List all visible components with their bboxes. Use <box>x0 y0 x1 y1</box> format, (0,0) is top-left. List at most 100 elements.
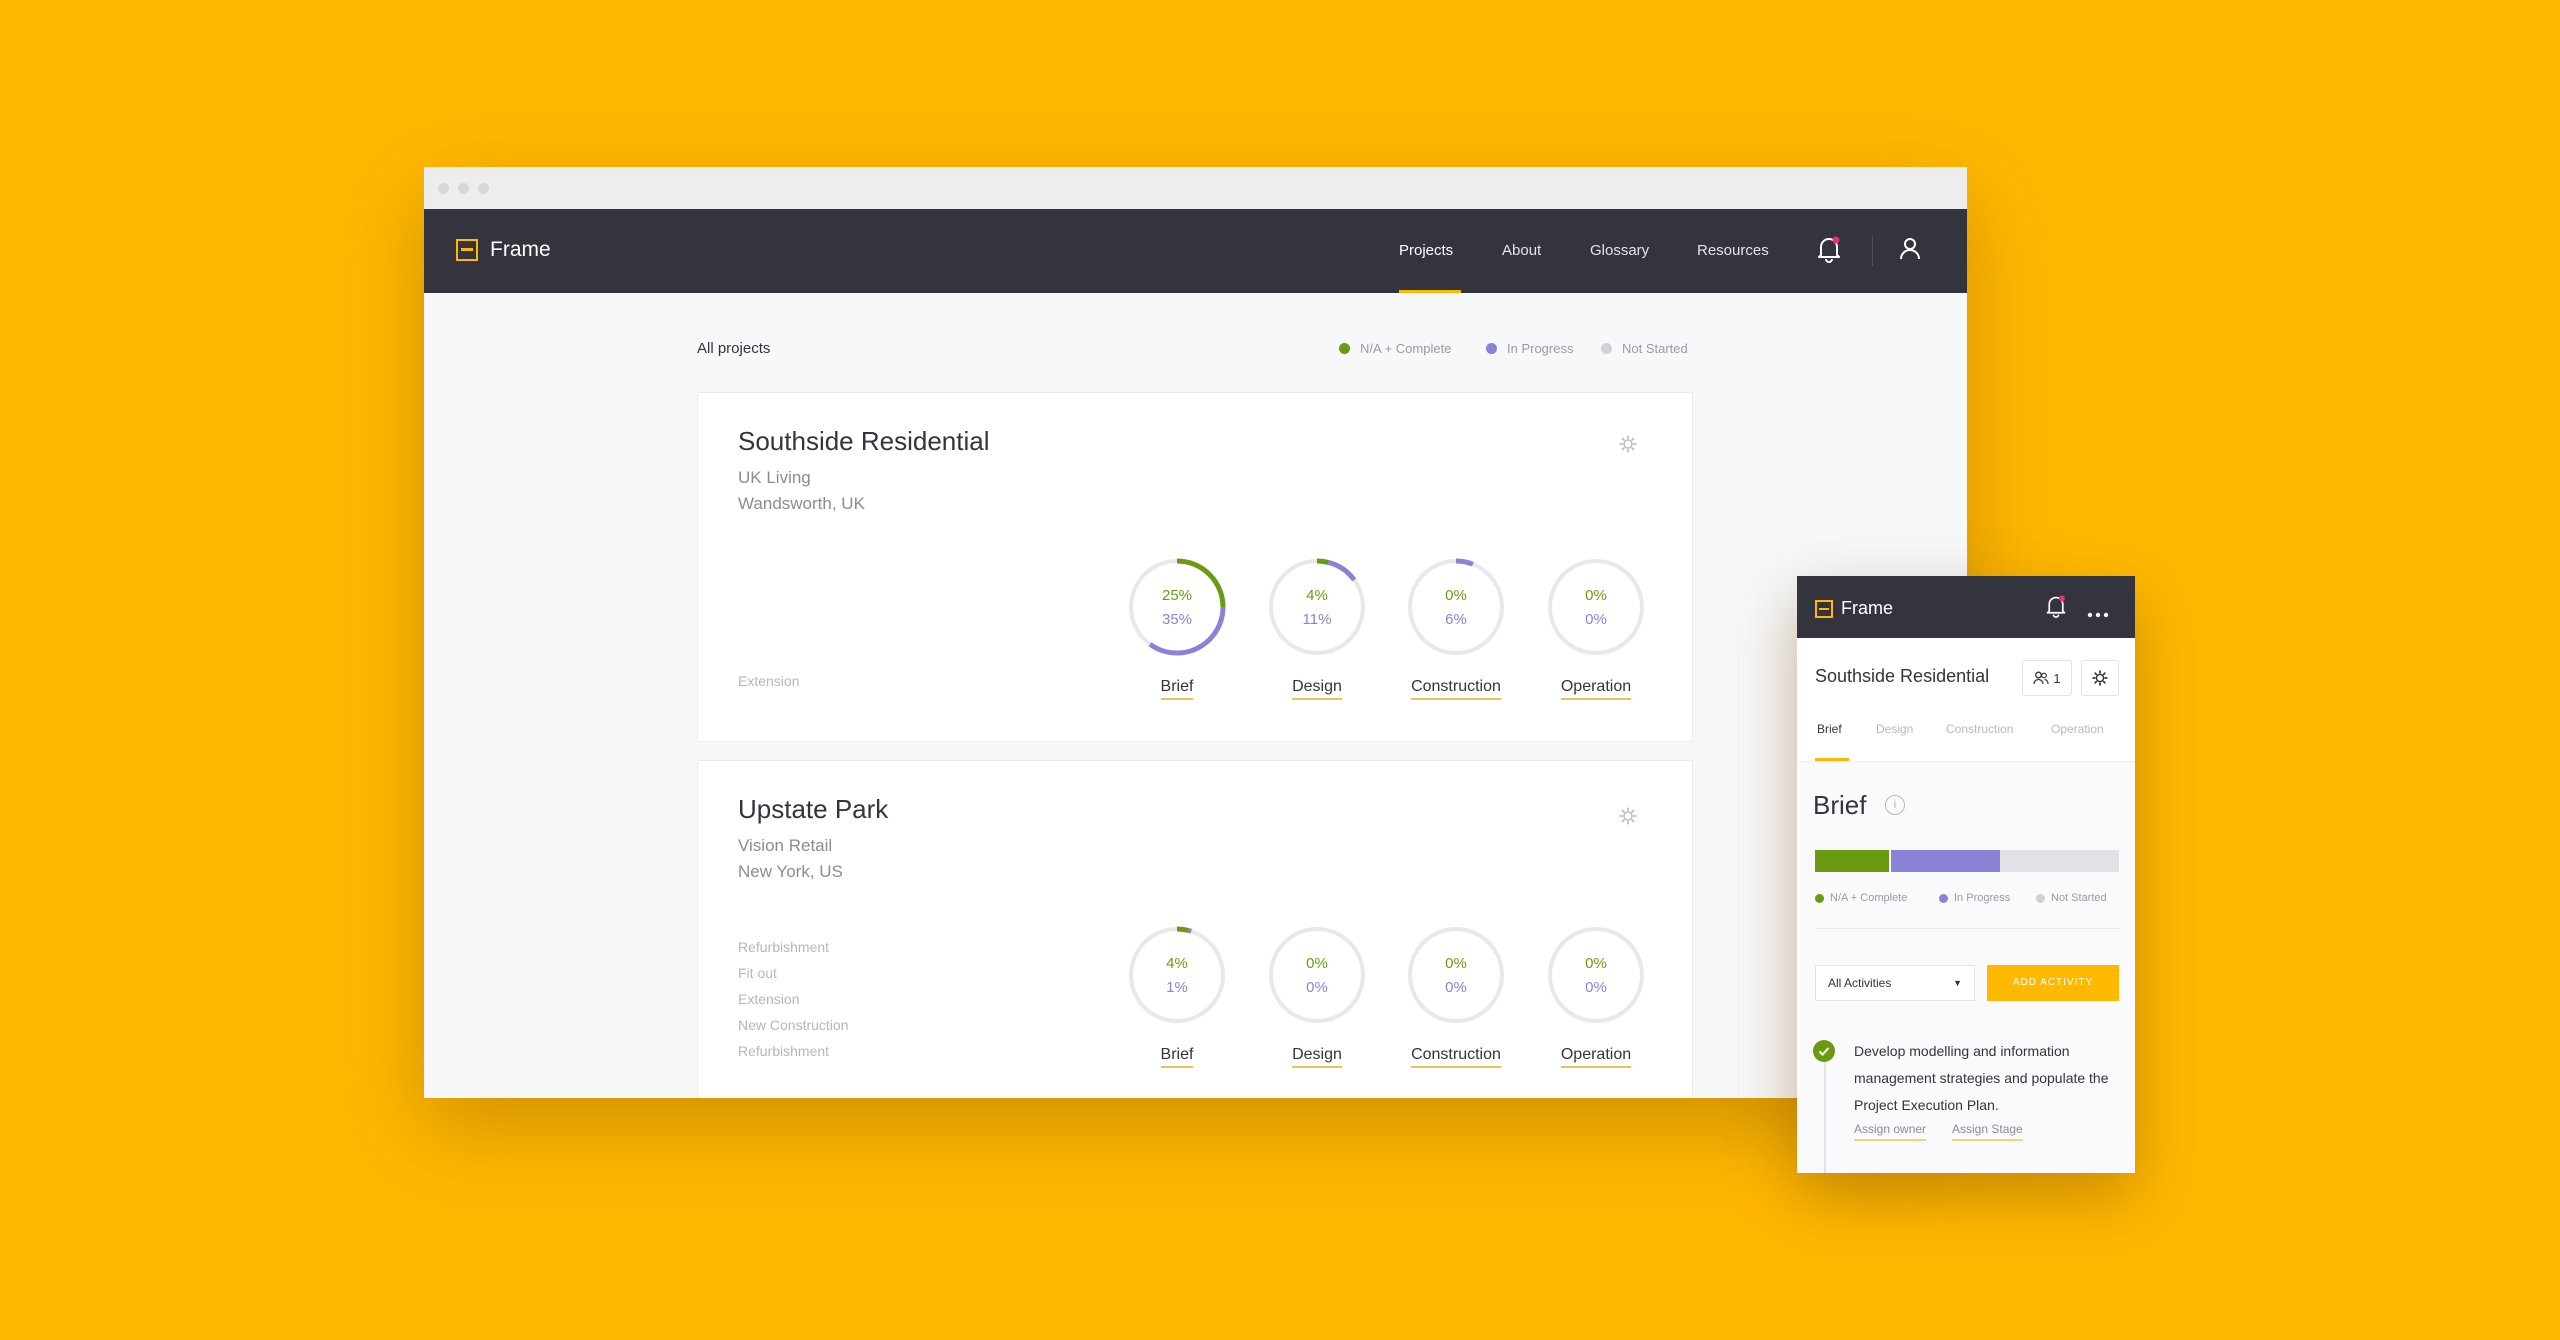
stage-ring-operation[interactable]: 0% 0% <box>1546 557 1646 657</box>
settings-gear-icon[interactable] <box>1619 807 1637 825</box>
tab-construction[interactable]: Construction <box>1946 722 2013 736</box>
in-progress-percent: 1% <box>1166 979 1188 996</box>
tab-operation[interactable]: Operation <box>2051 722 2104 736</box>
stage-ring-brief[interactable]: 25% 35% <box>1127 557 1227 657</box>
app-name: Frame <box>490 238 551 261</box>
window-minimize-dot[interactable] <box>458 183 469 194</box>
project-location: Wandsworth, UK <box>738 494 865 513</box>
top-nav: Frame Projects About Glossary Resources <box>424 209 1967 293</box>
project-card[interactable]: Southside Residential UK Living Wandswor… <box>697 392 1693 742</box>
legend-label: N/A + Complete <box>1360 341 1452 356</box>
project-client: UK Living <box>738 468 811 487</box>
app-name: Frame <box>1841 598 1894 618</box>
stage-ring-operation[interactable]: 0% 0% <box>1546 925 1646 1025</box>
info-icon[interactable]: i <box>1885 795 1905 815</box>
legend-not-started: Not Started <box>1601 341 1688 356</box>
in-progress-percent: 6% <box>1445 611 1467 628</box>
nav-active-indicator <box>1399 290 1461 293</box>
legend-dot-not-started <box>1601 343 1612 354</box>
tab-design[interactable]: Design <box>1876 722 1913 736</box>
mobile-top-nav: Frame <box>1797 576 2135 638</box>
project-card[interactable]: Upstate Park Vision Retail New York, US … <box>697 760 1693 1098</box>
gear-icon <box>2092 670 2108 686</box>
legend-dot-complete <box>1815 893 1824 903</box>
legend-complete: N/A + Complete <box>1815 892 1907 904</box>
page-heading: All projects <box>697 340 771 357</box>
nav-about[interactable]: About <box>1502 242 1541 259</box>
desktop-window: Frame Projects About Glossary Resources … <box>424 167 1967 1098</box>
divider <box>1815 928 2119 929</box>
window-close-dot[interactable] <box>438 183 449 194</box>
project-tag: Extension <box>738 673 800 689</box>
complete-percent: 4% <box>1166 955 1188 972</box>
project-tag: Refurbishment <box>738 939 830 955</box>
nav-resources[interactable]: Resources <box>1697 242 1769 259</box>
legend-label: In Progress <box>1507 341 1574 356</box>
stage-label-design[interactable]: Design <box>1247 1046 1387 1068</box>
bell-icon[interactable] <box>2045 594 2067 623</box>
nav-projects[interactable]: Projects <box>1399 242 1453 259</box>
stage-label-brief[interactable]: Brief <box>1107 678 1247 700</box>
project-tag: Extension <box>738 991 800 1007</box>
in-progress-percent: 0% <box>1445 979 1467 996</box>
tab-brief[interactable]: Brief <box>1817 722 1842 736</box>
legend-dot-not-started <box>2036 893 2045 903</box>
legend-complete: N/A + Complete <box>1339 341 1451 356</box>
check-circle-icon[interactable] <box>1813 1040 1835 1062</box>
frame-logo-icon <box>456 239 478 261</box>
caret-down-icon: ▼ <box>1953 978 1962 988</box>
stage-label-operation[interactable]: Operation <box>1526 678 1666 700</box>
more-icon[interactable] <box>2087 605 2109 623</box>
logo[interactable]: Frame <box>456 238 551 262</box>
project-title[interactable]: Upstate Park <box>738 794 888 825</box>
settings-gear-icon[interactable] <box>1619 435 1637 453</box>
stage-ring-construction[interactable]: 0% 6% <box>1406 557 1506 657</box>
team-button[interactable]: 1 <box>2022 660 2072 696</box>
window-maximize-dot[interactable] <box>478 183 489 194</box>
in-progress-percent: 0% <box>1306 979 1328 996</box>
project-tag: Refurbishment <box>738 1043 830 1059</box>
complete-percent: 0% <box>1445 955 1467 972</box>
project-tag: Fit out <box>738 965 777 981</box>
assign-owner-link[interactable]: Assign owner <box>1854 1122 1927 1141</box>
assign-stage-link[interactable]: Assign Stage <box>1952 1122 2023 1141</box>
mobile-panel: Frame Southside Residential 1 Brief Desi… <box>1797 576 2135 1173</box>
complete-percent: 0% <box>1585 955 1607 972</box>
stage-label-construction[interactable]: Construction <box>1386 678 1526 700</box>
stage-ring-construction[interactable]: 0% 0% <box>1406 925 1506 1025</box>
nav-separator <box>1872 236 1873 266</box>
bell-icon[interactable] <box>1816 235 1842 268</box>
stage-ring-design[interactable]: 0% 0% <box>1267 925 1367 1025</box>
legend-dot-in-progress <box>1939 893 1948 903</box>
stage-label-construction[interactable]: Construction <box>1386 1046 1526 1068</box>
legend-label: N/A + Complete <box>1830 892 1908 904</box>
project-title[interactable]: Southside Residential <box>738 426 990 457</box>
section-title: Brief <box>1813 790 1867 820</box>
user-icon[interactable] <box>1898 235 1922 268</box>
project-tag: New Construction <box>738 1017 849 1033</box>
complete-percent: 0% <box>1306 955 1328 972</box>
stage-ring-design[interactable]: 4% 11% <box>1267 557 1367 657</box>
legend-label: In Progress <box>1954 892 2011 904</box>
nav-glossary[interactable]: Glossary <box>1590 242 1649 259</box>
legend-not-started: Not Started <box>2036 892 2107 904</box>
logo[interactable]: Frame <box>1815 598 1893 619</box>
stage-label-operation[interactable]: Operation <box>1526 1046 1666 1068</box>
stage-label-design[interactable]: Design <box>1247 678 1387 700</box>
team-count: 1 <box>2053 670 2061 686</box>
in-progress-percent: 0% <box>1585 611 1607 628</box>
stage-label-brief[interactable]: Brief <box>1107 1046 1247 1068</box>
settings-button[interactable] <box>2081 660 2119 696</box>
activity-text: Develop modelling and information manage… <box>1854 1043 2109 1113</box>
browser-chrome <box>424 167 1967 209</box>
add-activity-button[interactable]: ADD ACTIVITY <box>1987 965 2119 1001</box>
complete-percent: 0% <box>1585 587 1607 604</box>
stage-ring-brief[interactable]: 4% 1% <box>1127 925 1227 1025</box>
activity-filter-select[interactable]: All Activities ▼ <box>1815 965 1975 1001</box>
project-client: Vision Retail <box>738 836 833 855</box>
legend-in-progress: In Progress <box>1939 892 2010 904</box>
in-progress-percent: 11% <box>1302 611 1332 628</box>
legend-label: Not Started <box>1622 341 1688 356</box>
progress-in-progress <box>1891 850 2001 872</box>
project-location: New York, US <box>738 862 843 881</box>
